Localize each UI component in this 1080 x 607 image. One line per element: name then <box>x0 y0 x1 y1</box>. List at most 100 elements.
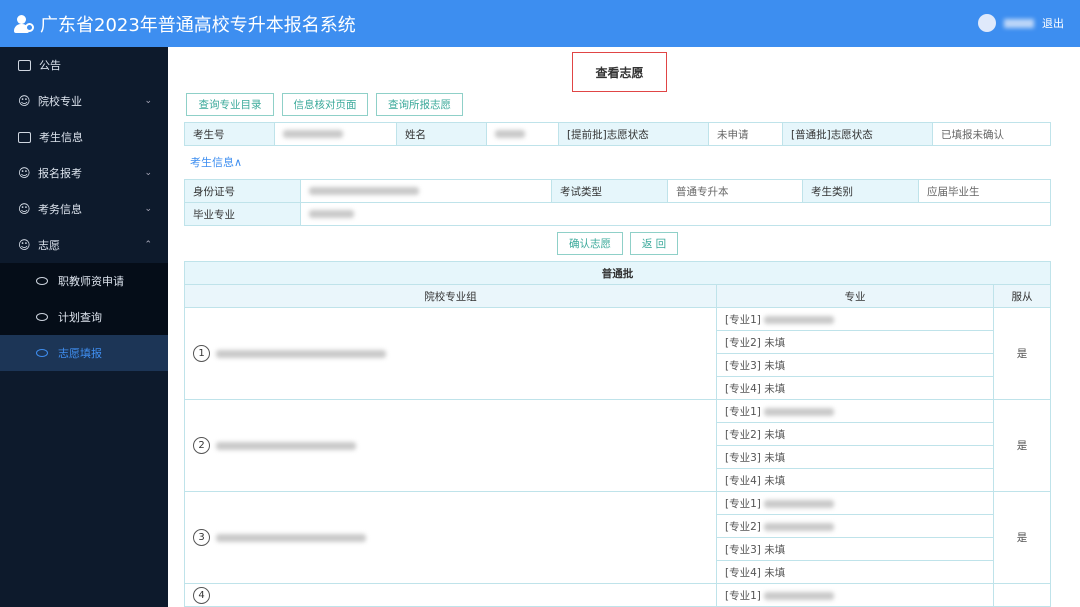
group-cell: 2 <box>184 399 717 492</box>
major-value-blurred <box>764 499 835 508</box>
group-number: 3 <box>193 529 210 546</box>
major-label: [专业4] <box>725 566 761 579</box>
group-name-blurred <box>216 533 366 542</box>
eye-icon <box>36 349 48 357</box>
users-icon: ☺ <box>18 238 31 252</box>
major-value <box>300 202 1051 226</box>
obey-cell <box>993 583 1051 607</box>
main-content: 查看志愿 查询专业目录 信息核对页面 查询所报志愿 考生号 姓名 [提前批]志愿… <box>168 47 1080 607</box>
users-icon: ☺ <box>18 166 31 180</box>
table-row: 4 [专业1] <box>184 583 1051 607</box>
info-check-button[interactable]: 信息核对页面 <box>282 93 368 116</box>
major-cell: [专业2] <box>716 514 994 538</box>
major-cell: [专业1] <box>716 583 994 607</box>
major-label: [专业4] <box>725 382 761 395</box>
back-button[interactable]: 返 回 <box>630 232 678 255</box>
sidebar-item-label: 报名报考 <box>38 167 82 180</box>
major-value: 未填 <box>764 474 786 487</box>
major-cell: [专业2] 未填 <box>716 422 994 446</box>
sidebar-item-0[interactable]: 公告 <box>0 47 168 83</box>
exam-type-value: 普通专升本 <box>667 179 803 203</box>
major-label: [专业1] <box>725 405 761 418</box>
sidebar-item-label: 院校专业 <box>38 95 82 108</box>
exam-type-label: 考试类型 <box>551 179 668 203</box>
major-value-blurred <box>764 591 835 600</box>
sidebar: 公告 ☺ 院校专业 ⌄ 考生信息 ☺ 报名报考 ⌄ ☺ 考务信息 ⌄ ☺ 志愿 ⌃ 职教师资申请 计划查询 志愿… <box>0 47 168 607</box>
id-value <box>300 179 552 203</box>
chevron-icon: ⌃ <box>144 240 152 250</box>
major-value: 未填 <box>764 428 786 441</box>
major-cell: [专业3] 未填 <box>716 353 994 377</box>
early-status-label: [提前批]志愿状态 <box>558 122 709 146</box>
logout-link[interactable]: 退出 <box>1042 15 1064 31</box>
major-cell: [专业1] <box>716 491 994 515</box>
major-value: 未填 <box>764 543 786 556</box>
sidebar-subitem-0[interactable]: 职教师资申请 <box>0 263 168 299</box>
student-info-table: 身份证号 考试类型 普通专升本 考生类别 应届毕业生 毕业专业 <box>184 179 1051 226</box>
group-cell: 4 <box>184 583 717 607</box>
exam-no-value <box>274 122 397 146</box>
student-info-toggle[interactable]: 考生信息∧ <box>190 154 242 170</box>
major-label: [专业4] <box>725 474 761 487</box>
query-major-catalog-button[interactable]: 查询专业目录 <box>186 93 274 116</box>
confirm-button[interactable]: 确认志愿 <box>557 232 623 255</box>
obey-cell: 是 <box>993 491 1051 584</box>
early-status-value: 未申请 <box>708 122 783 146</box>
major-cell: [专业1] <box>716 307 994 331</box>
major-label: [专业2] <box>725 520 761 533</box>
major-cell: [专业4] 未填 <box>716 468 994 492</box>
table-row: 1 [专业1] 是 <box>184 307 1051 400</box>
group-number: 4 <box>193 586 210 604</box>
sidebar-item-5[interactable]: ☺ 志愿 ⌃ <box>0 227 168 263</box>
major-label: [专业1] <box>725 313 761 326</box>
eye-icon <box>36 277 48 285</box>
briefcase-icon <box>18 131 31 143</box>
sidebar-item-label: 公告 <box>39 59 61 72</box>
sidebar-subitem-label: 志愿填报 <box>58 347 102 360</box>
sidebar-subitem-2[interactable]: 志愿填报 <box>0 335 168 371</box>
major-cell: [专业4] 未填 <box>716 560 994 584</box>
major-label: [专业1] <box>725 589 761 602</box>
group-cell: 1 <box>184 307 717 400</box>
group-number: 2 <box>193 437 210 454</box>
col-major: 专业 <box>716 284 994 308</box>
normal-status-label: [普通批]志愿状态 <box>782 122 933 146</box>
sidebar-item-2[interactable]: 考生信息 <box>0 119 168 155</box>
applications-table: 普通批 院校专业组 专业 服从 1 [专业1] 是 [专业2] 未填 [专业3] 未填… <box>184 261 1051 607</box>
user-add-icon <box>14 14 34 34</box>
major-cell: [专业2] 未填 <box>716 330 994 354</box>
chevron-icon: ⌄ <box>144 96 152 106</box>
group-number: 1 <box>193 345 210 362</box>
category-value: 应届毕业生 <box>918 179 1051 203</box>
major-label: [专业3] <box>725 451 761 464</box>
id-label: 身份证号 <box>184 179 301 203</box>
sidebar-item-4[interactable]: ☺ 考务信息 ⌄ <box>0 191 168 227</box>
avatar[interactable] <box>978 14 996 32</box>
major-cell: [专业1] <box>716 399 994 423</box>
app-title: 广东省2023年普通高校专升本报名系统 <box>40 14 356 36</box>
query-applications-button[interactable]: 查询所报志愿 <box>376 93 463 116</box>
major-label: [专业3] <box>725 359 761 372</box>
major-value-blurred <box>764 522 835 531</box>
major-value-blurred <box>764 407 835 416</box>
users-icon: ☺ <box>18 202 31 216</box>
major-cell: [专业3] 未填 <box>716 537 994 561</box>
sidebar-subitem-1[interactable]: 计划查询 <box>0 299 168 335</box>
obey-cell: 是 <box>993 307 1051 400</box>
top-header: 广东省2023年普通高校专升本报名系统 退出 <box>0 0 1080 47</box>
major-value: 未填 <box>764 451 786 464</box>
sidebar-item-1[interactable]: ☺ 院校专业 ⌄ <box>0 83 168 119</box>
major-cell: [专业4] 未填 <box>716 376 994 400</box>
major-value-blurred <box>764 315 835 324</box>
major-value: 未填 <box>764 336 786 349</box>
table-title: 普通批 <box>184 261 1051 285</box>
sidebar-subitem-label: 职教师资申请 <box>58 275 124 288</box>
name-value <box>486 122 559 146</box>
eye-icon <box>36 313 48 321</box>
col-group: 院校专业组 <box>184 284 717 308</box>
table-row: 2 [专业1] 是 <box>184 399 1051 492</box>
name-label: 姓名 <box>396 122 487 146</box>
user-area: 退出 <box>978 14 1064 32</box>
sidebar-item-3[interactable]: ☺ 报名报考 ⌄ <box>0 155 168 191</box>
major-label: [专业2] <box>725 336 761 349</box>
